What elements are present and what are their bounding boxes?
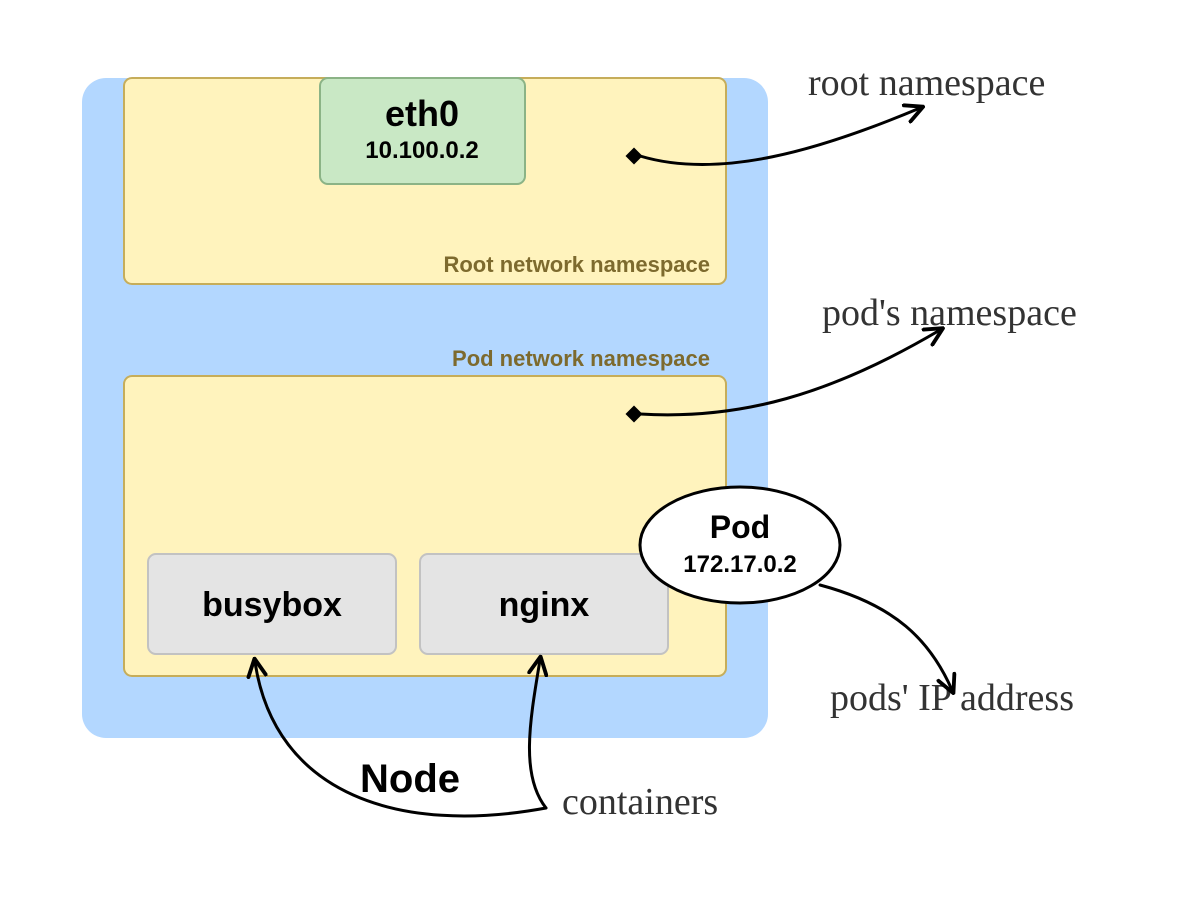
pod-ellipse bbox=[640, 487, 840, 603]
pod-namespace-caption: Pod network namespace bbox=[452, 346, 710, 371]
annotation-root-namespace: root namespace bbox=[808, 62, 1045, 104]
container-nginx-name: nginx bbox=[499, 586, 590, 624]
annotation-containers: containers bbox=[562, 781, 718, 823]
pod-ip: 172.17.0.2 bbox=[683, 551, 796, 578]
annotation-pod-namespace: pod's namespace bbox=[822, 292, 1077, 334]
container-busybox-name: busybox bbox=[202, 586, 342, 624]
eth0-name: eth0 bbox=[385, 93, 459, 134]
pod-label: Pod bbox=[710, 509, 770, 545]
eth0-ip: 10.100.0.2 bbox=[365, 137, 478, 164]
annotation-pod-ip: pods' IP address bbox=[830, 677, 1074, 719]
arrow-to-pod-ip bbox=[820, 585, 952, 690]
root-namespace-caption: Root network namespace bbox=[443, 252, 710, 277]
node-label: Node bbox=[360, 757, 460, 801]
